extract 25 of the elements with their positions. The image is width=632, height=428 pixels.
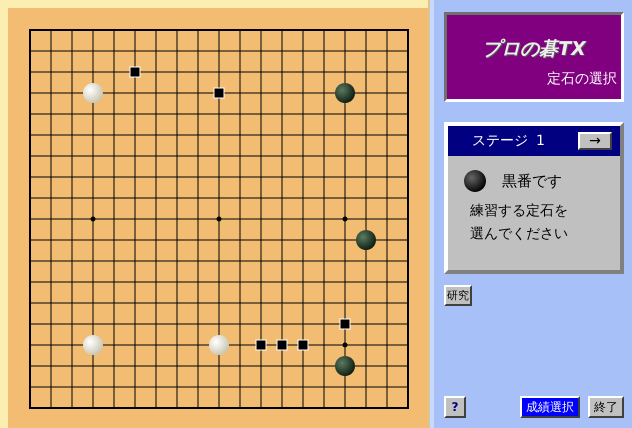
instruction-text: 選んでください	[470, 225, 569, 243]
point-marker	[256, 340, 266, 350]
next-button[interactable]: →	[578, 132, 612, 150]
instruction-text: 練習する定石を	[470, 202, 569, 220]
point-marker	[130, 66, 140, 78]
point-marker	[298, 340, 308, 350]
go-stone	[83, 83, 103, 103]
go-stone	[83, 335, 103, 355]
help-button[interactable]: ?	[444, 396, 466, 418]
stage-label: ステージ	[472, 132, 528, 150]
game-logo: プロの碁TX	[482, 37, 586, 62]
research-button[interactable]: 研究	[444, 285, 472, 306]
go-stone	[335, 356, 355, 376]
go-stone	[335, 83, 355, 103]
record-select-button[interactable]: 成績選択	[520, 396, 580, 418]
go-board[interactable]	[8, 8, 428, 428]
exit-button[interactable]: 終了	[588, 396, 624, 418]
stage-number: 1	[536, 133, 545, 149]
point-marker	[340, 318, 350, 330]
point-marker	[276, 340, 288, 350]
go-stone	[209, 335, 229, 355]
screen-subtitle: 定石の選択	[547, 70, 617, 88]
point-marker	[214, 88, 224, 98]
turn-label: 黒番です	[502, 172, 562, 190]
go-stone	[356, 230, 376, 250]
